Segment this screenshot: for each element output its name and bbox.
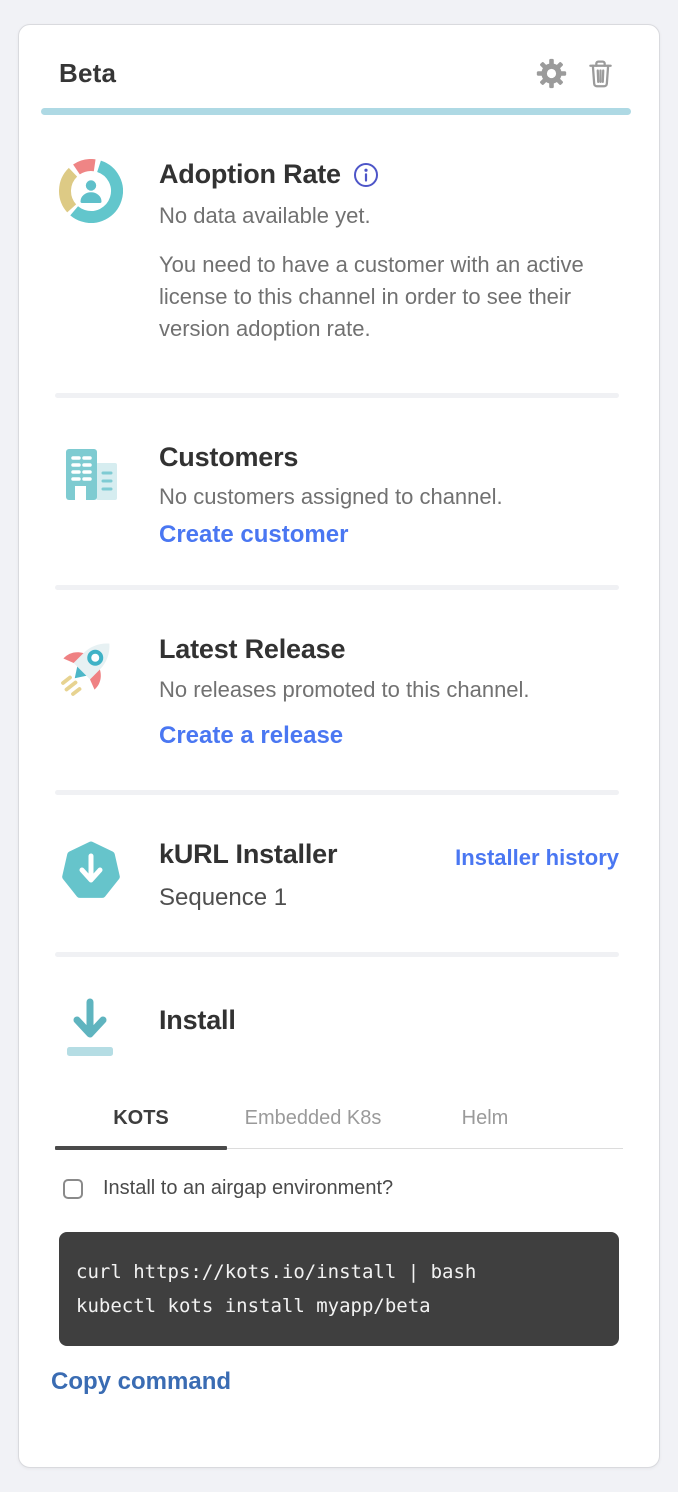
header-actions [533, 55, 617, 92]
adoption-rate-title: Adoption Rate [159, 159, 341, 190]
section-divider [55, 585, 619, 590]
customers-section: Customers No customers assigned to chann… [19, 442, 659, 549]
airgap-option-row: Install to an airgap environment? [63, 1177, 619, 1200]
install-title: Install [159, 1005, 619, 1036]
tab-helm[interactable]: Helm [399, 1095, 571, 1148]
airgap-label: Install to an airgap environment? [103, 1177, 393, 1200]
customers-title: Customers [159, 442, 619, 473]
download-arrow-icon [59, 997, 123, 1069]
create-customer-link[interactable]: Create customer [159, 521, 348, 549]
section-divider [55, 790, 619, 795]
latest-release-section: Latest Release No releases promoted to t… [19, 634, 659, 750]
copy-command-row: Copy command [51, 1368, 619, 1396]
adoption-rate-section: Adoption Rate No data available yet. You… [19, 159, 659, 345]
channel-title: Beta [59, 58, 116, 89]
settings-button[interactable] [533, 55, 570, 92]
heptagon-download-icon [59, 839, 123, 903]
kurl-installer-section: kURL Installer Sequence 1 Installer hist… [19, 839, 659, 912]
rocket-icon [59, 634, 123, 698]
copy-command-link[interactable]: Copy command [51, 1368, 231, 1395]
command-line: curl https://kots.io/install | bash [76, 1255, 601, 1289]
gear-icon [535, 78, 568, 93]
section-divider [55, 393, 619, 398]
create-release-link[interactable]: Create a release [159, 722, 343, 750]
release-status-text: No releases promoted to this channel. [159, 677, 619, 703]
kurl-installer-title: kURL Installer [159, 839, 455, 870]
tab-embedded-k8s[interactable]: Embedded K8s [227, 1095, 399, 1148]
delete-channel-button[interactable] [584, 56, 617, 91]
channel-card: Beta [18, 24, 660, 1468]
customers-status-text: No customers assigned to channel. [159, 484, 619, 510]
adoption-description-text: You need to have a customer with an acti… [159, 249, 607, 345]
adoption-status-text: No data available yet. [159, 203, 619, 229]
install-command-block: curl https://kots.io/install | bashkubec… [59, 1232, 619, 1346]
adoption-donut-user-icon [59, 159, 123, 223]
trash-icon [586, 77, 615, 92]
installer-sequence-text: Sequence 1 [159, 884, 455, 912]
command-line: kubectl kots install myapp/beta [76, 1289, 601, 1323]
install-tabs: KOTS Embedded K8s Helm [55, 1095, 623, 1149]
buildings-icon [59, 442, 123, 506]
card-header: Beta [19, 25, 659, 92]
installer-history-link[interactable]: Installer history [455, 845, 619, 912]
install-section: Install [19, 997, 659, 1069]
channel-accent-rule [41, 108, 631, 115]
section-divider [55, 952, 619, 957]
tab-kots[interactable]: KOTS [55, 1095, 227, 1148]
airgap-checkbox[interactable] [63, 1179, 83, 1199]
latest-release-title: Latest Release [159, 634, 619, 665]
info-icon[interactable] [353, 162, 379, 188]
